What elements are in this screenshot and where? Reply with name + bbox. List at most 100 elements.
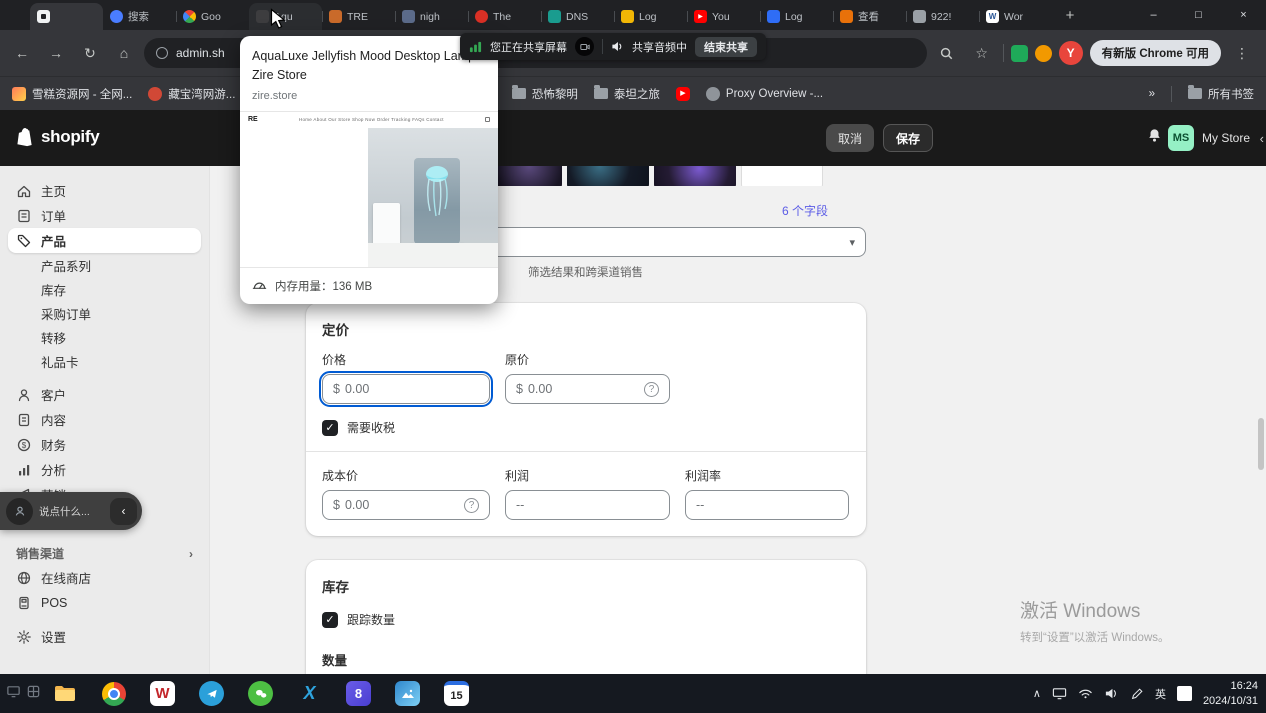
search-icon[interactable] xyxy=(933,39,961,67)
taskbar-corner-icon[interactable] xyxy=(6,684,21,699)
sidebar-item-purchase-orders[interactable]: 采购订单 xyxy=(8,301,201,325)
product-media-thumbnail[interactable] xyxy=(567,166,649,186)
notifications-bell-icon[interactable] xyxy=(1145,127,1164,151)
extension-icon-orange[interactable] xyxy=(1035,45,1052,62)
watermark-line1: 激活 Windows xyxy=(1020,596,1170,623)
app-x-icon[interactable]: X xyxy=(297,681,322,706)
sidebar-item-orders[interactable]: 订单 xyxy=(8,203,201,228)
profit-label: 利润 xyxy=(505,467,670,484)
forward-button[interactable]: → xyxy=(42,39,70,67)
photos-icon[interactable] xyxy=(395,681,420,706)
help-icon[interactable]: ? xyxy=(464,498,479,513)
track-quantity-checkbox[interactable]: ✓ xyxy=(322,612,338,628)
sidebar-item-finances[interactable]: $ 财务 xyxy=(8,432,201,457)
bookmark-star-icon[interactable]: ☆ xyxy=(968,39,996,67)
profile-avatar[interactable]: Y xyxy=(1059,41,1083,65)
chat-placeholder[interactable]: 说点什么... xyxy=(39,504,104,519)
ime-indicator[interactable] xyxy=(1177,686,1192,701)
help-icon[interactable]: ? xyxy=(644,382,659,397)
sidebar-item-products[interactable]: 产品 xyxy=(8,228,201,253)
compare-price-input[interactable]: $ 0.00 ? xyxy=(505,374,670,404)
volume-icon[interactable] xyxy=(1104,686,1119,701)
display-icon[interactable] xyxy=(1052,686,1067,701)
product-media-add-tile[interactable] xyxy=(741,166,823,186)
scrollbar-thumb[interactable] xyxy=(1258,418,1264,470)
taskbar-clock[interactable]: 16:24 2024/10/31 xyxy=(1203,679,1258,709)
product-media-thumbnail[interactable] xyxy=(654,166,736,186)
browser-tab-log1[interactable]: Log xyxy=(614,3,687,30)
metafields-link[interactable]: 6 个字段 xyxy=(782,202,828,219)
reload-button[interactable]: ↻ xyxy=(76,39,104,67)
browser-tab-chakan[interactable]: 查看 xyxy=(833,3,906,30)
minimize-button[interactable]: – xyxy=(1131,0,1176,30)
chrome-icon[interactable] xyxy=(101,681,126,706)
back-button[interactable]: ← xyxy=(8,39,36,67)
taskbar-corner-icon[interactable] xyxy=(26,684,41,699)
chat-collapse-button[interactable]: ‹ xyxy=(110,498,137,525)
shopify-logo[interactable]: shopify xyxy=(16,126,99,147)
browser-tab-the[interactable]: The xyxy=(468,3,541,30)
chrome-update-chip[interactable]: 有新版 Chrome 可用 xyxy=(1090,40,1221,66)
home-button[interactable]: ⌂ xyxy=(110,39,138,67)
word-favicon: W xyxy=(986,10,999,23)
new-tab-button[interactable]: + xyxy=(1057,2,1083,28)
sidebar-item-settings[interactable]: 设置 xyxy=(8,624,201,649)
sidebar-item-collections[interactable]: 产品系列 xyxy=(8,253,201,277)
telegram-icon[interactable] xyxy=(199,681,224,706)
browser-tab-log2[interactable]: Log xyxy=(760,3,833,30)
browser-tab-word[interactable]: W Wor xyxy=(979,3,1052,30)
store-profile-chip[interactable]: MS My Store xyxy=(1168,125,1250,151)
network-icon[interactable] xyxy=(1078,686,1093,701)
language-indicator[interactable]: 英 xyxy=(1155,686,1166,702)
wechat-icon[interactable] xyxy=(248,681,273,706)
cost-input[interactable]: $ 0.00 ? xyxy=(322,490,490,520)
bookmark-item[interactable]: 藏宝湾网游... xyxy=(148,86,235,102)
browser-tab-dns[interactable]: DNS xyxy=(541,3,614,30)
sidebar-label: 订单 xyxy=(41,206,66,225)
browser-tab-youtube[interactable]: ▶ You xyxy=(687,3,760,30)
bookmark-folder[interactable]: 恐怖黎明 xyxy=(512,86,578,102)
site-info-icon[interactable] xyxy=(156,47,168,59)
browser-tab-google[interactable]: Goo xyxy=(176,3,249,30)
app-badge-8-icon[interactable]: 8 xyxy=(346,681,371,706)
browser-tab-922[interactable]: 922! xyxy=(906,3,979,30)
camera-bubble-icon[interactable] xyxy=(575,37,594,56)
browser-tab-search[interactable]: 搜索 xyxy=(103,3,176,30)
sidebar-item-customers[interactable]: 客户 xyxy=(8,382,201,407)
sidebar-item-analytics[interactable]: 分析 xyxy=(8,457,201,482)
bookmark-folder[interactable]: 泰坦之旅 xyxy=(594,86,660,102)
price-input[interactable]: $ 0.00 xyxy=(322,374,490,404)
menu-icon[interactable]: ⋮ xyxy=(1228,39,1256,67)
calendar-icon[interactable]: 15 xyxy=(444,681,469,706)
sidebar-item-pos[interactable]: POS xyxy=(8,590,201,615)
taskbar-apps: W X 8 15 xyxy=(52,681,469,706)
file-explorer-icon[interactable] xyxy=(52,681,77,706)
bookmark-item[interactable]: Proxy Overview -... xyxy=(706,87,823,101)
header-collapse-icon[interactable]: ‹ xyxy=(1260,131,1264,146)
sidebar-item-inventory[interactable]: 库存 xyxy=(8,277,201,301)
maximize-button[interactable]: □ xyxy=(1176,0,1221,30)
charge-tax-checkbox[interactable]: ✓ xyxy=(322,420,338,436)
browser-tab-shopify[interactable] xyxy=(30,3,103,30)
bookmark-item[interactable]: 雪糕资源网 - 全网... xyxy=(12,86,132,102)
sales-channels-section[interactable]: 销售渠道 › xyxy=(16,545,193,562)
browser-tab-nigh[interactable]: nigh xyxy=(395,3,468,30)
chat-widget[interactable]: 说点什么... ‹ xyxy=(0,492,142,530)
bookmark-youtube[interactable]: ▶ xyxy=(676,87,690,101)
sidebar-item-gift-cards[interactable]: 礼品卡 xyxy=(8,349,201,373)
wps-icon[interactable]: W xyxy=(150,681,175,706)
sidebar-item-home[interactable]: 主页 xyxy=(8,178,201,203)
all-bookmarks-folder[interactable]: 所有书签 xyxy=(1188,86,1254,102)
cancel-button[interactable]: 取消 xyxy=(826,124,874,152)
pen-icon[interactable] xyxy=(1130,687,1144,701)
extension-icon-green[interactable] xyxy=(1011,45,1028,62)
tray-hidden-icons-chevron[interactable]: ∧ xyxy=(1033,687,1041,700)
sidebar-item-content[interactable]: 内容 xyxy=(8,407,201,432)
sidebar-item-transfers[interactable]: 转移 xyxy=(8,325,201,349)
stop-sharing-button[interactable]: 结束共享 xyxy=(695,37,757,57)
browser-tab-tre[interactable]: TRE xyxy=(322,3,395,30)
bookmarks-overflow-icon[interactable]: » xyxy=(1149,88,1155,100)
close-button[interactable]: × xyxy=(1221,0,1266,30)
sidebar-item-online-store[interactable]: 在线商店 xyxy=(8,565,201,590)
save-button[interactable]: 保存 xyxy=(883,124,933,152)
